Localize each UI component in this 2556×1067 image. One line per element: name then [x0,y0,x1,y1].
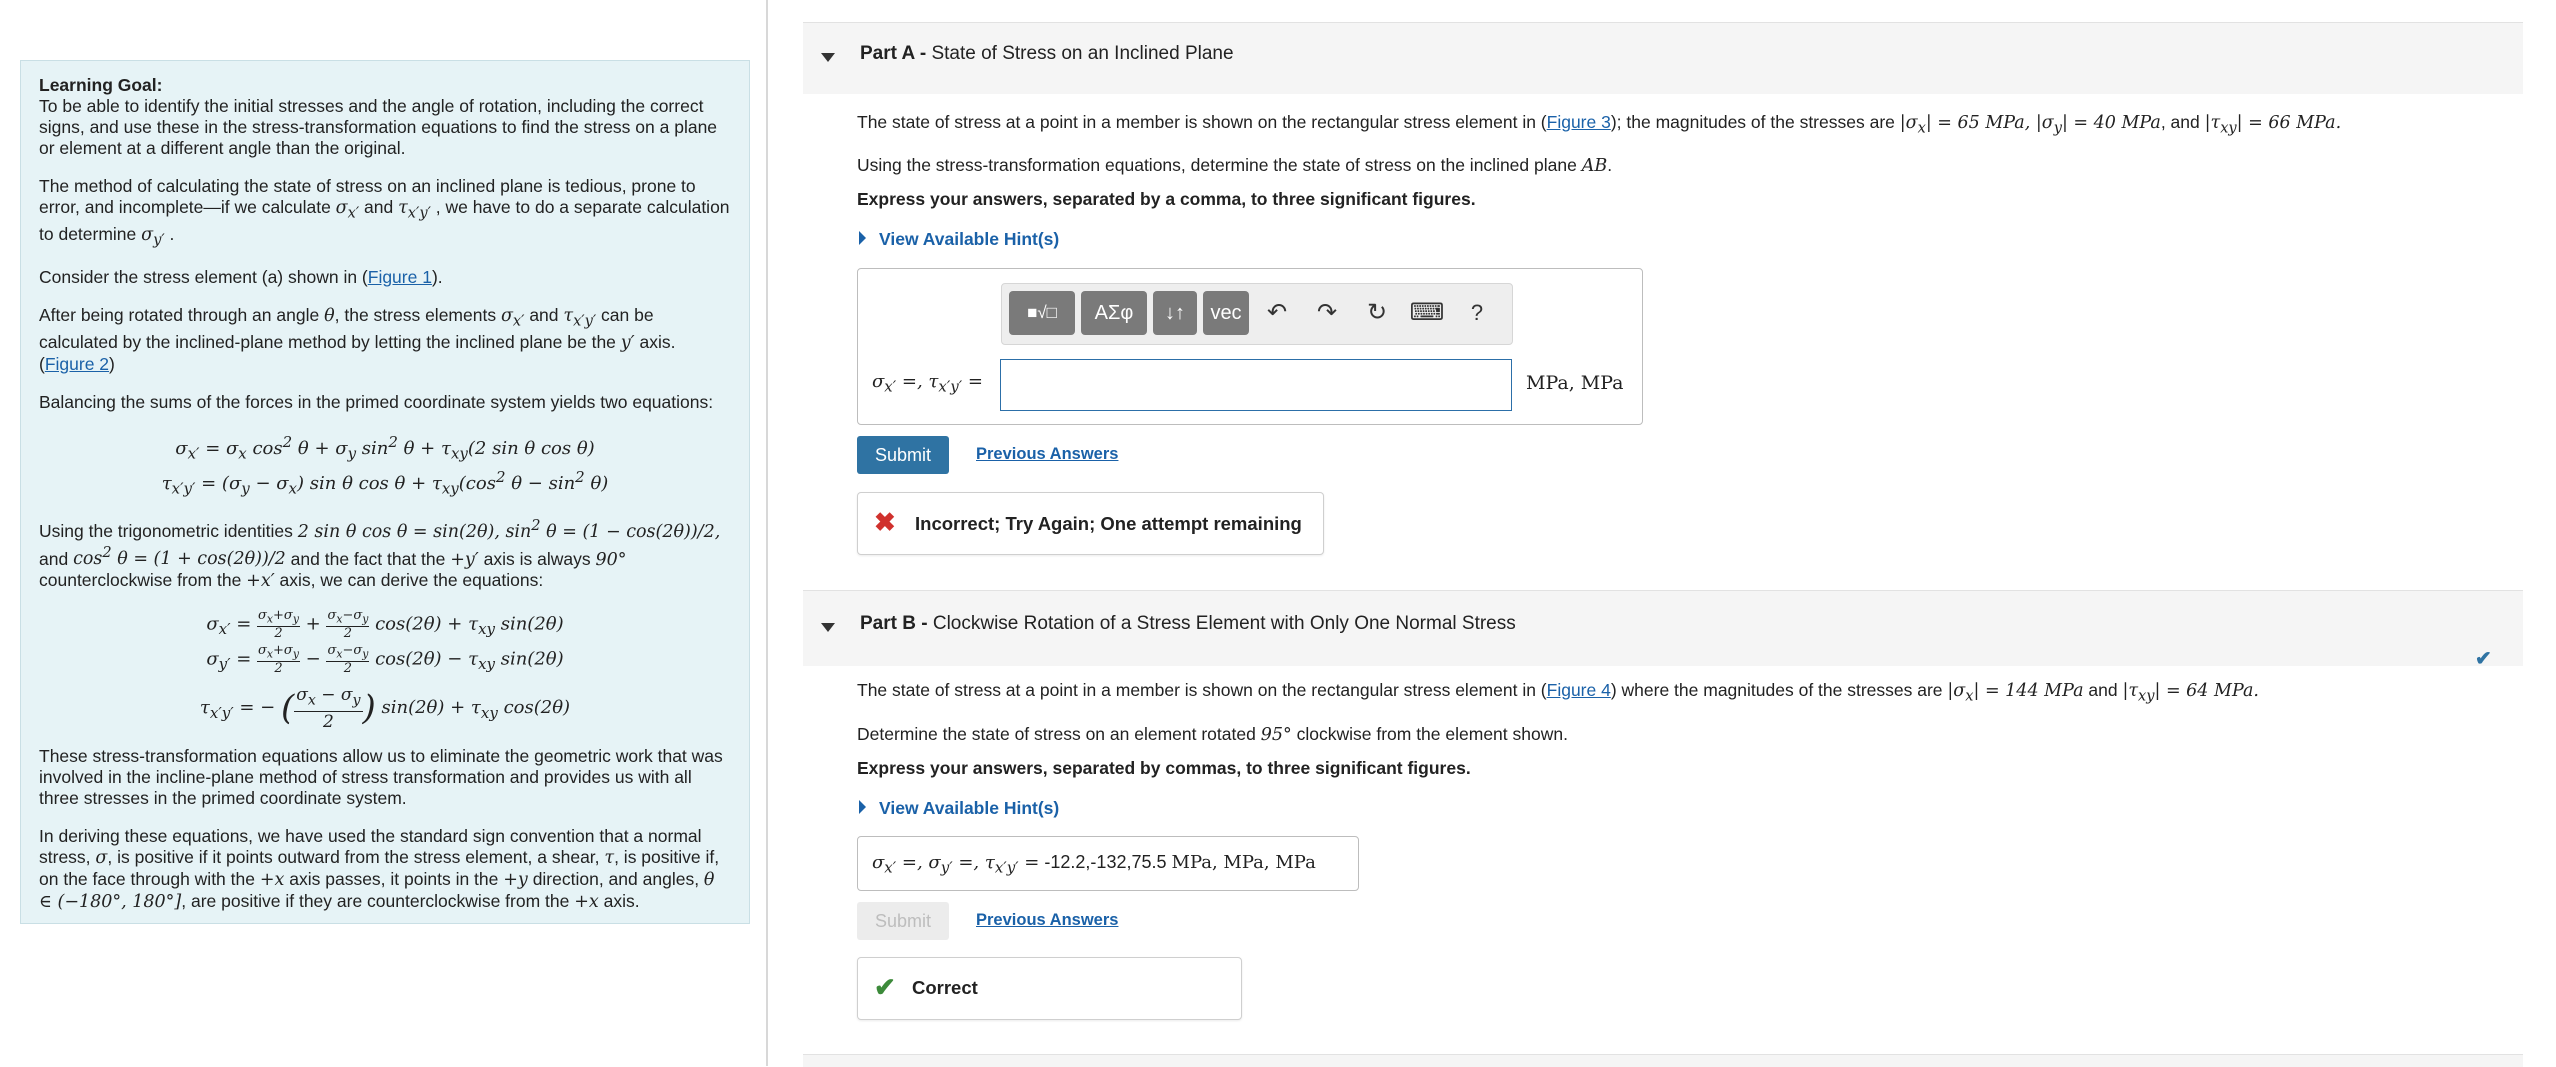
part-a-header[interactable]: Part A - State of Stress on an Inclined … [803,22,2523,94]
rotation-paragraph: After being rotated through an angle θ, … [39,305,676,374]
part-b-answer-line: σx′ =, σy′ =, τx′y′ = -12.2,-132,75.5 MP… [872,852,1316,877]
part-b-submit-button: Submit [857,902,949,940]
part-a-statement: The state of stress at a point in a memb… [857,112,2342,137]
part-b-answer-value: -12.2,-132,75.5 [1044,852,1167,872]
part-b-answer-box: σx′ =, σy′ =, τx′y′ = -12.2,-132,75.5 MP… [857,836,1359,891]
figure-4-link[interactable]: Figure 4 [1547,680,1611,700]
next-part-header-edge [803,1054,2523,1067]
part-a-hint-link[interactable]: View Available Hint(s) [879,229,1059,250]
part-a-answer-box: ■√□ AΣφ ↓↑ vec ↶ ↷ ↻ ⌨ ? σx′ =, τx′y′ = … [857,268,1643,425]
part-b-statement: The state of stress at a point in a memb… [857,680,2259,705]
part-b-instruction: Express your answers, separated by comma… [857,758,1471,778]
right-column: Part A - State of Stress on an Inclined … [803,0,2523,1067]
part-a-task: Using the stress-transformation equation… [857,155,1613,176]
greek-symbols-button[interactable]: AΣφ [1081,291,1147,335]
undo-icon[interactable]: ↶ [1257,291,1297,335]
part-a-title: Part A - State of Stress on an Inclined … [860,43,1234,64]
part-b-hint-link[interactable]: View Available Hint(s) [879,798,1059,819]
part-a-previous-answers-link[interactable]: Previous Answers [976,445,1118,464]
force-balance-equations: σx′ = σx cos2 θ + σy sin2 θ + τxy(2 sin … [161,432,609,498]
part-a-instruction: Express your answers, separated by a com… [857,189,1476,209]
incorrect-x-icon: ✖ [874,507,896,537]
figure-1-link[interactable]: Figure 1 [368,267,432,287]
part-b-feedback-text: Correct [912,977,978,998]
learning-goal-panel: Learning Goal: To be able to identify th… [20,60,750,924]
collapse-caret-icon[interactable] [821,623,835,632]
vector-button[interactable]: vec [1203,291,1249,335]
balancing-paragraph: Balancing the sums of the forces in the … [39,391,714,412]
figure-2-link[interactable]: Figure 2 [45,354,109,374]
part-a-units: MPa, MPa [1526,372,1624,394]
summary-paragraph: These stress-transformation equations al… [39,745,723,808]
trig-identities-paragraph: Using the trigonometric identities 2 sin… [39,516,721,592]
learning-goal-text: To be able to identify the initial stres… [39,96,718,158]
part-b-units: MPa, MPa, MPa [1171,852,1316,873]
figure-3-link[interactable]: Figure 3 [1547,112,1611,132]
collapse-caret-icon[interactable] [821,53,835,62]
keyboard-icon[interactable]: ⌨ [1407,291,1447,335]
reset-icon[interactable]: ↻ [1357,291,1397,335]
part-b-header[interactable]: Part B - Clockwise Rotation of a Stress … [803,590,2523,666]
left-column: Learning Goal: To be able to identify th… [0,0,768,1066]
part-a-submit-button[interactable]: Submit [857,436,949,474]
help-icon[interactable]: ? [1457,291,1497,335]
transformation-equations: σx′ = σx+σy 2 + σx−σy 2 cos(2θ) + τxy sin(… [199,608,571,732]
learning-goal-title: Learning Goal: [39,75,163,95]
part-a-feedback-text: Incorrect; Try Again; One attempt remain… [915,513,1302,534]
subscript-button[interactable]: ↓↑ [1153,291,1197,335]
part-b-feedback: ✔ Correct [857,957,1242,1020]
redo-icon[interactable]: ↷ [1307,291,1347,335]
part-a-feedback: ✖ Incorrect; Try Again; One attempt rema… [857,492,1324,555]
part-a-answer-input[interactable] [1000,359,1512,411]
part-b-title: Part B - Clockwise Rotation of a Stress … [860,613,1516,634]
part-a-variable-label: σx′ =, τx′y′ = [872,371,983,396]
part-complete-check-icon: ✔ [2475,648,2492,670]
hint-caret-icon[interactable] [859,800,866,814]
correct-check-icon: ✔ [874,972,896,1002]
intro-paragraph: The method of calculating the state of s… [39,176,730,248]
part-b-previous-answers-link[interactable]: Previous Answers [976,911,1118,930]
hint-caret-icon[interactable] [859,231,866,245]
math-toolbar: ■√□ AΣφ ↓↑ vec ↶ ↷ ↻ ⌨ ? [1001,283,1513,345]
consider-paragraph: Consider the stress element (a) shown in… [39,267,443,287]
sign-convention-paragraph: In deriving these equations, we have use… [39,825,720,912]
part-b-task: Determine the state of stress on an elem… [857,724,1568,745]
templates-button[interactable]: ■√□ [1009,291,1075,335]
